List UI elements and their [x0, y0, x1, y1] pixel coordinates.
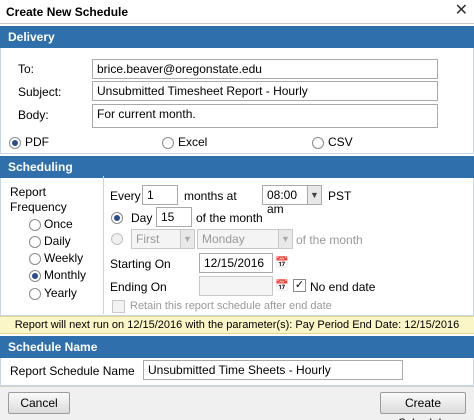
to-label: To:	[18, 62, 35, 76]
starting-on-label: Starting On	[110, 257, 171, 271]
format-excel-radio[interactable]	[162, 137, 174, 149]
delivery-header: Delivery	[0, 26, 474, 48]
time-select[interactable]: 08:00 am ▼	[262, 185, 322, 216]
subject-field[interactable]: Unsubmitted Timesheet Report - Hourly	[92, 81, 438, 101]
to-field[interactable]: brice.beaver@oregonstate.edu	[92, 59, 438, 79]
no-end-date-checkbox[interactable]: ✓	[293, 279, 306, 292]
day-input[interactable]: 15	[156, 207, 192, 227]
frequency-daily-label: Daily	[44, 234, 71, 248]
next-run-notice: Report will next run on 12/15/2016 with …	[0, 316, 474, 334]
frequency-label: Report	[10, 185, 47, 199]
frequency-monthly-radio[interactable]	[29, 270, 41, 282]
frequency-once-label: Once	[44, 217, 73, 231]
format-excel-label: Excel	[178, 135, 208, 149]
ordinal-select[interactable]: First ▼	[131, 229, 195, 249]
months-at-label: months at	[184, 189, 237, 203]
retain-schedule-label: Retain this report schedule after end da…	[130, 300, 332, 312]
ending-on-input[interactable]	[199, 276, 273, 296]
weekday-of-month-radio[interactable]	[111, 233, 123, 245]
day-label: Day	[131, 211, 153, 225]
weekday-value: Monday	[202, 232, 245, 246]
ending-on-label: Ending On	[110, 280, 167, 294]
dialog-title: Create New Schedule	[6, 5, 129, 19]
format-pdf-radio[interactable]	[9, 137, 21, 149]
body-field[interactable]: For current month.	[92, 104, 438, 128]
every-label: Every	[110, 189, 141, 203]
schedule-name-header: Schedule Name	[0, 336, 474, 358]
chevron-down-icon: ▼	[180, 230, 194, 248]
chevron-down-icon: ▼	[278, 230, 292, 248]
schedule-name-input[interactable]: Unsubmitted Time Sheets - Hourly	[143, 360, 403, 380]
weekday-select[interactable]: Monday ▼	[197, 229, 293, 249]
day-of-month-radio[interactable]	[111, 212, 123, 224]
calendar-icon[interactable]: 📅	[275, 277, 289, 295]
dialog-titlebar: Create New Schedule ✕	[0, 0, 474, 24]
frequency-yearly-label: Yearly	[44, 286, 77, 300]
chevron-down-icon: ▼	[307, 186, 321, 204]
timezone-label: PST	[328, 189, 352, 203]
schedule-name-label: Report Schedule Name	[10, 364, 135, 378]
format-csv-label: CSV	[328, 135, 353, 149]
of-month-label-2: of the month	[296, 233, 363, 247]
frequency-once-radio[interactable]	[29, 219, 41, 231]
frequency-daily-radio[interactable]	[29, 236, 41, 248]
cancel-button[interactable]: Cancel	[8, 392, 70, 414]
body-label: Body:	[18, 108, 49, 122]
frequency-monthly-label: Monthly	[44, 268, 87, 282]
retain-schedule-checkbox[interactable]	[112, 300, 125, 313]
subject-label: Subject:	[18, 85, 62, 99]
every-interval-input[interactable]: 1	[142, 185, 178, 205]
format-pdf-label: PDF	[25, 135, 49, 149]
frequency-label-2: Frequency	[10, 200, 67, 214]
frequency-yearly-radio[interactable]	[29, 288, 41, 300]
of-month-label: of the month	[196, 211, 263, 225]
no-end-date-label: No end date	[310, 280, 376, 294]
format-csv-radio[interactable]	[312, 137, 324, 149]
scheduling-divider	[103, 176, 104, 314]
ordinal-value: First	[136, 232, 160, 246]
frequency-weekly-radio[interactable]	[29, 253, 41, 265]
close-icon[interactable]: ✕	[455, 2, 468, 20]
frequency-weekly-label: Weekly	[44, 251, 84, 265]
scheduling-header: Scheduling	[0, 156, 474, 178]
create-schedule-button[interactable]: Create Schedule	[380, 392, 466, 420]
starting-on-input[interactable]: 12/15/2016	[199, 253, 273, 273]
calendar-icon[interactable]: 📅	[275, 254, 289, 272]
